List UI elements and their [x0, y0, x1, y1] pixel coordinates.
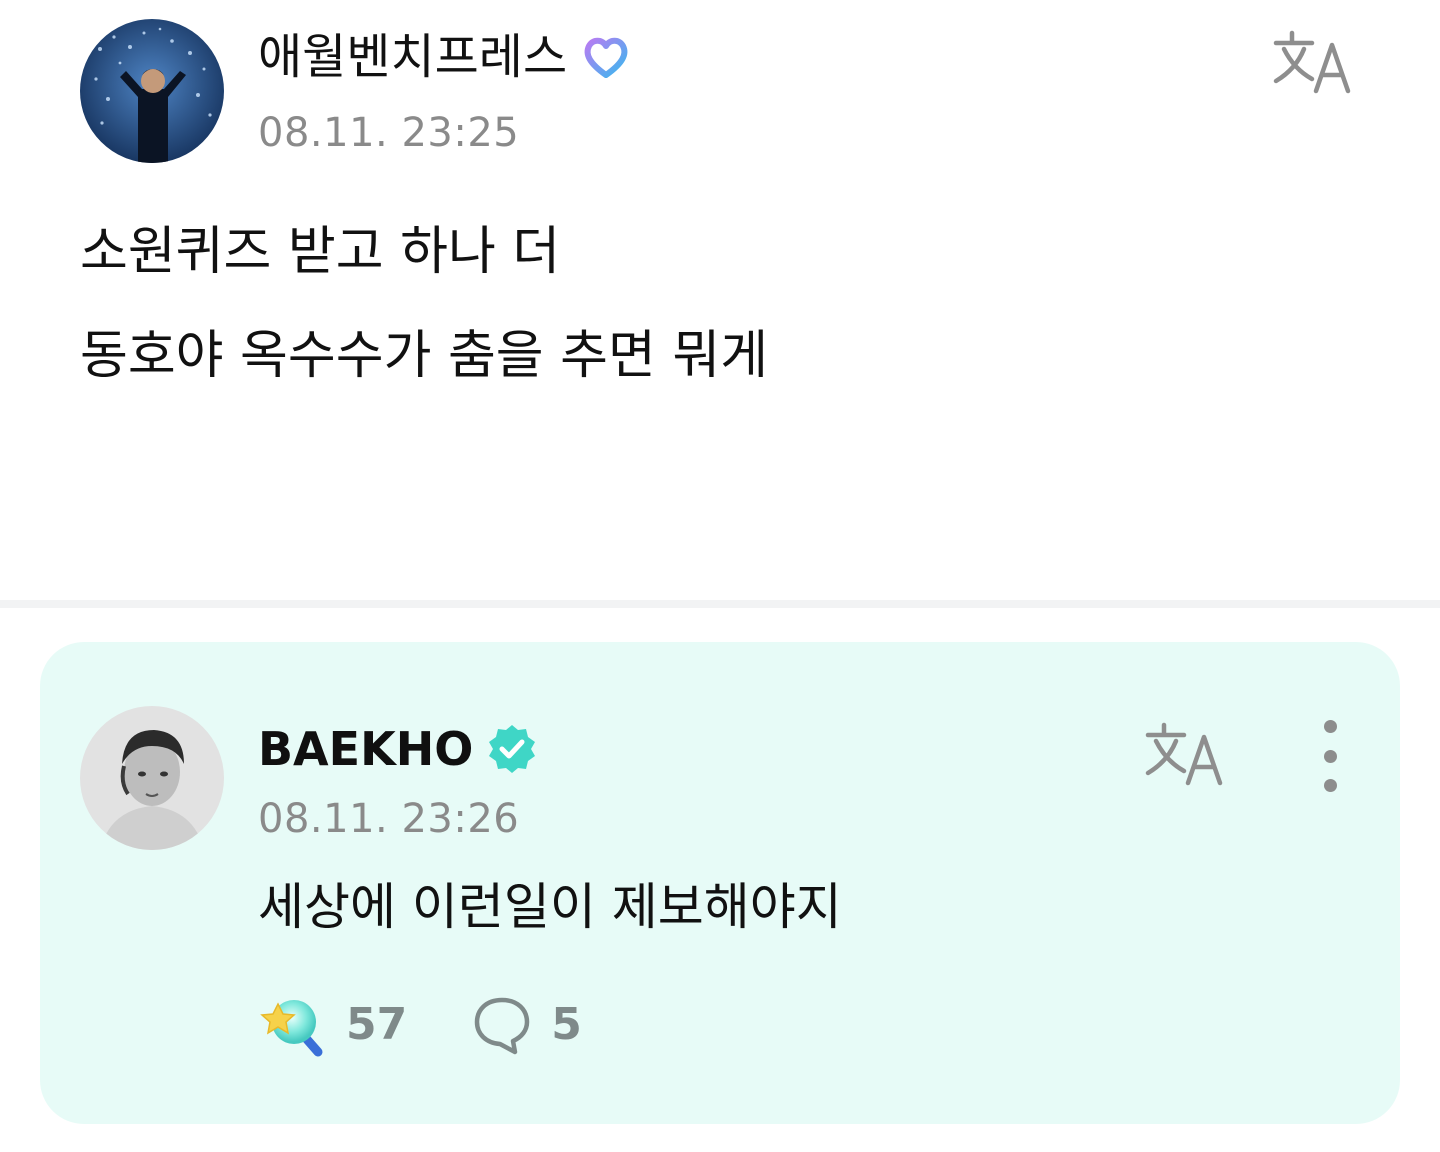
fan-membership-heart-icon [579, 30, 633, 84]
original-post: 애월벤치프레스 08.11. 23:25 소원퀴즈 받고 하나 더 동호야 옥수… [0, 0, 1440, 600]
comment-author-row: BAEKHO [258, 718, 539, 780]
translate-icon [1273, 30, 1351, 94]
post-author-avatar[interactable] [80, 19, 224, 163]
like-button[interactable]: 57 [258, 990, 407, 1060]
more-vertical-icon-dot [1323, 720, 1337, 733]
comment-actions: 57 5 [258, 987, 582, 1063]
translate-icon [1145, 722, 1223, 786]
artist-comment-card[interactable]: BAEKHO 08.11. 23:26 세상에 이런일이 제보해야지 57 5 [40, 642, 1400, 1124]
post-author-name[interactable]: 애월벤치프레스 [258, 33, 567, 81]
more-vertical-icon-dot [1323, 779, 1337, 792]
comment-author-name[interactable]: BAEKHO [258, 726, 473, 772]
post-body: 소원퀴즈 받고 하나 더 동호야 옥수수가 춤을 추면 뭐게 [80, 200, 768, 408]
like-count: 57 [346, 999, 408, 1050]
more-options-button[interactable] [1310, 720, 1350, 792]
comment-translate-button[interactable] [1140, 718, 1236, 790]
section-divider [0, 600, 1440, 608]
concert-photo-avatar-image [80, 19, 224, 163]
comment-bubble-icon [474, 997, 530, 1055]
post-body-line-2: 동호야 옥수수가 춤을 추면 뭐게 [80, 326, 769, 386]
post-body-line-1: 소원퀴즈 받고 하나 더 [80, 222, 561, 282]
post-translate-button[interactable] [1268, 26, 1364, 98]
post-author-row: 애월벤치프레스 [258, 26, 633, 88]
reply-button[interactable]: 5 [471, 994, 582, 1056]
post-timestamp: 08.11. 23:25 [258, 110, 520, 156]
verified-check-icon [485, 722, 539, 776]
comment-timestamp: 08.11. 23:26 [258, 796, 520, 842]
star-lightstick-icon [260, 1000, 323, 1057]
more-vertical-icon-dot [1323, 749, 1337, 763]
comment-author-avatar[interactable] [80, 706, 224, 850]
reply-count: 5 [551, 999, 582, 1050]
comment-body: 세상에 이런일이 제보해야지 [258, 878, 842, 936]
bw-portrait-avatar-image [80, 706, 224, 850]
